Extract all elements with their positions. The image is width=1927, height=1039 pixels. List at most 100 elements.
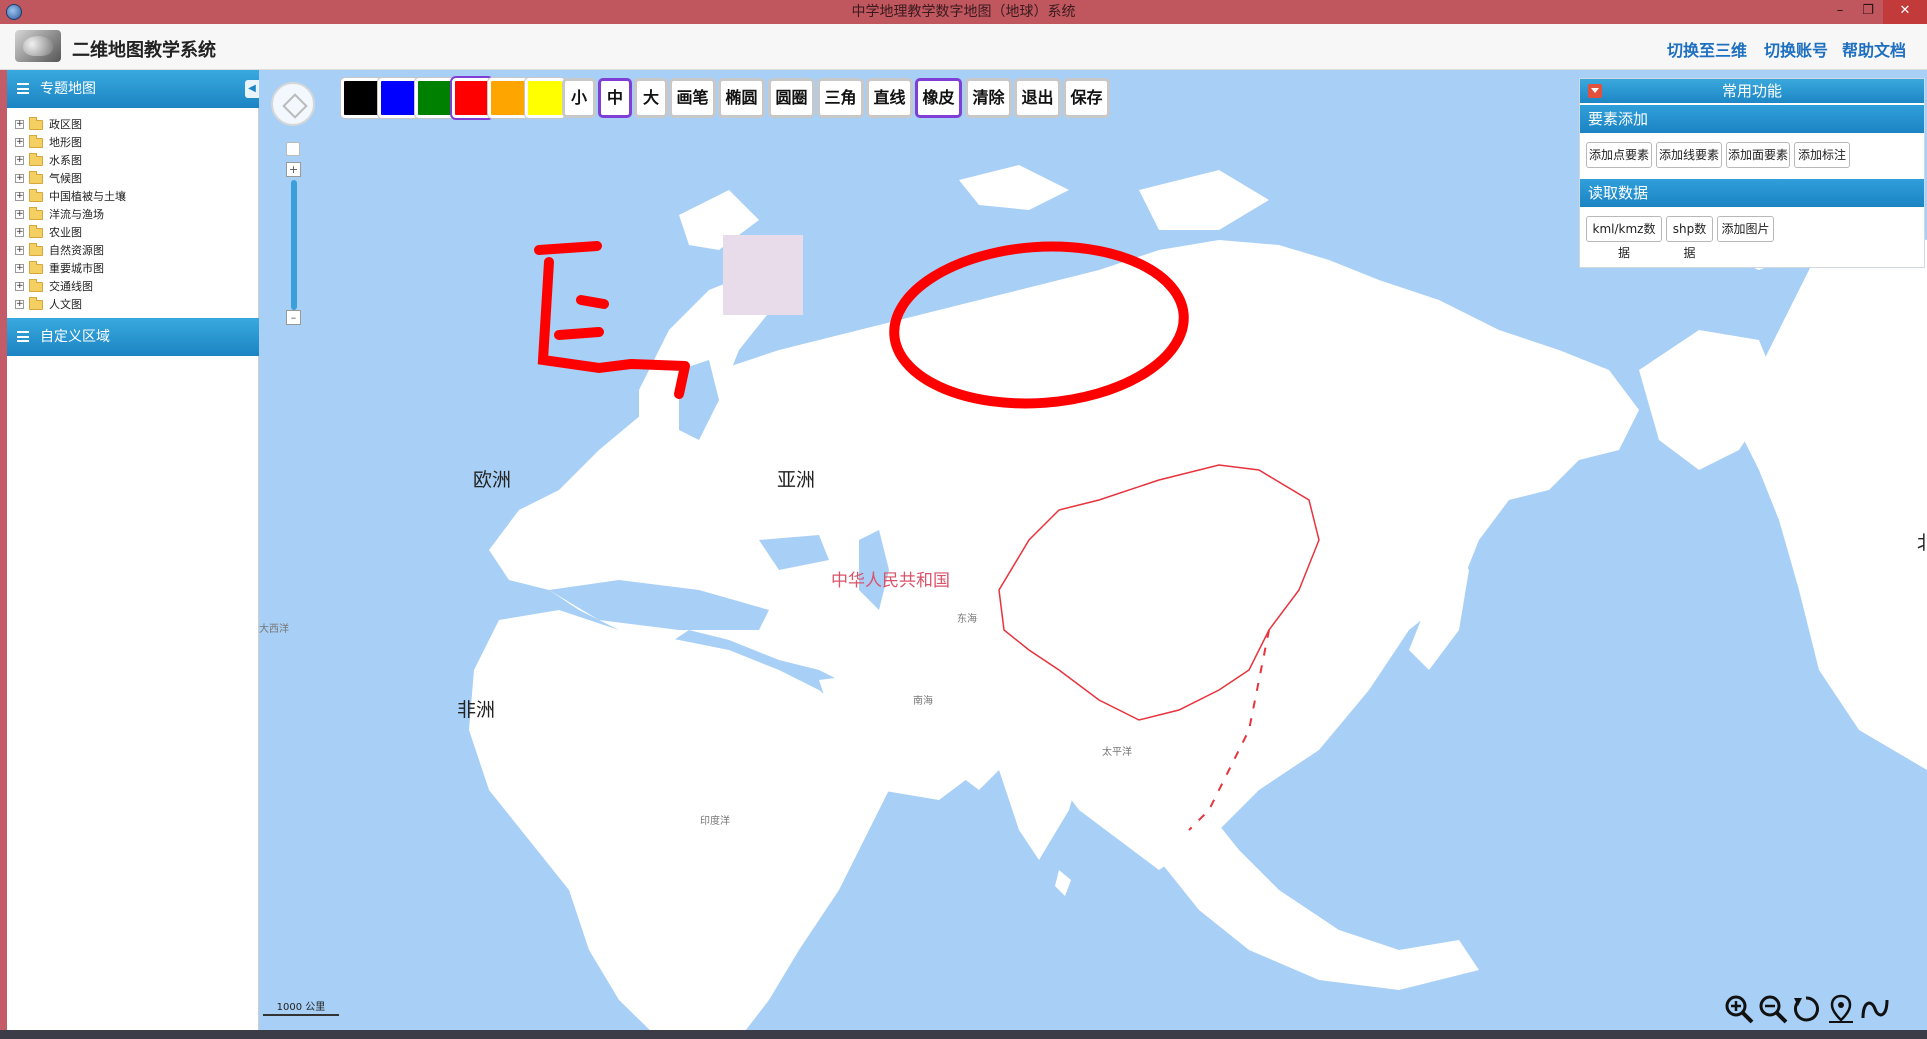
folder-icon (29, 153, 43, 166)
zoom-in-icon[interactable] (1722, 992, 1756, 1026)
tree-item[interactable]: + 水系图 (15, 152, 126, 170)
zoom-slider[interactable]: + – (286, 162, 301, 332)
expand-icon[interactable]: + (15, 120, 24, 129)
app-window: 中学地理教学数字地图（地球）系统 – ❐ ✕ 二维地图教学系统 切换至三维 切换… (0, 0, 1927, 1039)
panel-button[interactable]: 添加标注 (1794, 142, 1850, 168)
app-icon (6, 4, 22, 20)
zoom-out-button[interactable]: – (286, 310, 301, 325)
thematic-maps-header[interactable]: 专题地图 ◀ (7, 70, 259, 108)
help-docs-link[interactable]: 帮助文档 (1842, 37, 1906, 61)
color-swatch[interactable] (525, 78, 565, 118)
land-taymyr (1139, 170, 1269, 230)
minimize-button[interactable]: – (1826, 0, 1854, 24)
common-functions-title: 常用功能 (1721, 82, 1782, 100)
color-swatch[interactable] (452, 78, 492, 118)
tool-button[interactable]: 橡皮 (915, 78, 962, 118)
refresh-icon[interactable] (1790, 992, 1824, 1026)
expand-icon[interactable]: + (15, 264, 24, 273)
tool-button[interactable]: 保存 (1063, 78, 1110, 118)
switch-3d-link[interactable]: 切换至三维 (1667, 37, 1747, 61)
color-swatch[interactable] (488, 78, 528, 118)
tool-button[interactable]: 三角 (817, 78, 864, 118)
expand-icon[interactable]: + (15, 282, 24, 291)
tree-item-label: 政区图 (49, 118, 82, 131)
expand-icon[interactable]: + (15, 210, 24, 219)
folder-icon (29, 279, 43, 292)
expand-icon[interactable]: + (15, 174, 24, 183)
tree-item[interactable]: + 气候图 (15, 170, 126, 188)
tree-item[interactable]: + 地形图 (15, 134, 126, 152)
panel-button[interactable]: 添加面要素 (1726, 142, 1790, 168)
pan-control[interactable] (271, 82, 315, 126)
expand-icon[interactable]: + (15, 138, 24, 147)
tool-button[interactable]: 清除 (965, 78, 1012, 118)
close-button[interactable]: ✕ (1883, 0, 1927, 24)
switch-account-link[interactable]: 切换账号 (1764, 37, 1828, 61)
scale-bar: 1000 公里 (263, 998, 339, 1016)
panel-button[interactable]: shp数据 (1666, 216, 1713, 260)
collapse-panel-icon[interactable] (1588, 84, 1602, 98)
expand-icon[interactable]: + (15, 192, 24, 201)
tree-item[interactable]: + 重要城市图 (15, 260, 126, 278)
tool-button[interactable]: 画笔 (669, 78, 716, 118)
expand-icon[interactable]: + (15, 228, 24, 237)
folder-icon (29, 189, 43, 202)
size-button[interactable]: 小 (562, 78, 596, 118)
feature-add-buttons: 添加点要素 添加线要素 添加面要素 添加标注 (1580, 133, 1924, 177)
tool-button[interactable]: 直线 (866, 78, 913, 118)
taskbar (0, 1030, 1927, 1039)
expand-icon[interactable]: + (15, 246, 24, 255)
locate-icon[interactable] (1824, 992, 1858, 1026)
size-button[interactable]: 中 (598, 78, 632, 118)
full-extent-button[interactable] (286, 142, 300, 156)
zoom-track[interactable] (291, 180, 297, 310)
folder-icon (29, 207, 43, 220)
tree-item[interactable]: + 人文图 (15, 296, 126, 314)
label-asia: 亚洲 (777, 469, 816, 491)
collapse-sidebar-icon[interactable]: ◀ (245, 80, 259, 98)
label-china: 中华人民共和国 (831, 571, 950, 591)
tree-item-label: 地形图 (49, 136, 82, 149)
tool-button[interactable]: 退出 (1014, 78, 1061, 118)
tool-button[interactable]: 圆圈 (768, 78, 815, 118)
panel-button[interactable]: kml/kmz数据 (1586, 216, 1662, 260)
color-swatch[interactable] (378, 78, 418, 118)
zoom-in-button[interactable]: + (286, 162, 301, 177)
tree-item-label: 水系图 (49, 154, 82, 167)
tree-item[interactable]: + 政区图 (15, 116, 126, 134)
expand-icon[interactable]: + (15, 156, 24, 165)
label-africa: 非洲 (457, 699, 496, 721)
label-edge: 北 (1917, 532, 1927, 554)
custom-region-header[interactable]: 自定义区域 (7, 318, 259, 356)
common-functions-header[interactable]: 常用功能 (1580, 79, 1924, 103)
tool-button[interactable]: 椭圆 (718, 78, 765, 118)
color-swatch[interactable] (341, 78, 381, 118)
read-data-section-title: 读取数据 (1580, 179, 1924, 207)
label-east-sea: 东海 (957, 614, 977, 625)
folder-icon (29, 297, 43, 310)
restore-button[interactable]: ❐ (1854, 0, 1882, 24)
zoom-out-icon[interactable] (1756, 992, 1790, 1026)
size-button[interactable]: 大 (634, 78, 668, 118)
thematic-tree: + 政区图 + 地形图 + 水系图 + 气候图 + 中国植被与土壤 + 洋流与渔场 + 农业图 + 自然资源图… (15, 116, 126, 314)
label-indian: 印度洋 (700, 816, 730, 827)
measure-icon[interactable] (1858, 992, 1892, 1026)
label-atlantic: 大西洋 (259, 624, 289, 635)
color-swatch[interactable] (415, 78, 455, 118)
tree-item[interactable]: + 洋流与渔场 (15, 206, 126, 224)
label-south-sea: 南海 (913, 696, 933, 707)
tree-item[interactable]: + 农业图 (15, 224, 126, 242)
tree-item[interactable]: + 中国植被与土壤 (15, 188, 126, 206)
land-novaya-zemlya (959, 165, 1069, 210)
read-data-buttons: kml/kmz数据 shp数据 添加图片 (1580, 207, 1924, 260)
panel-button[interactable]: 添加点要素 (1586, 142, 1652, 168)
map-canvas[interactable]: + – 小中大 画笔 椭圆 圆圈 三角 直线 橡皮 清除 退出 保存 常用功能 要素添加 添加点… (259, 70, 1927, 1039)
panel-button[interactable]: 添加线要素 (1656, 142, 1722, 168)
panel-button[interactable]: 添加图片 (1717, 216, 1774, 242)
tree-item[interactable]: + 交通线图 (15, 278, 126, 296)
map-navigation: + – (271, 82, 315, 325)
expand-icon[interactable]: + (15, 300, 24, 309)
tree-item[interactable]: + 自然资源图 (15, 242, 126, 260)
folder-icon (29, 225, 43, 238)
window-title: 中学地理教学数字地图（地球）系统 (851, 4, 1076, 20)
